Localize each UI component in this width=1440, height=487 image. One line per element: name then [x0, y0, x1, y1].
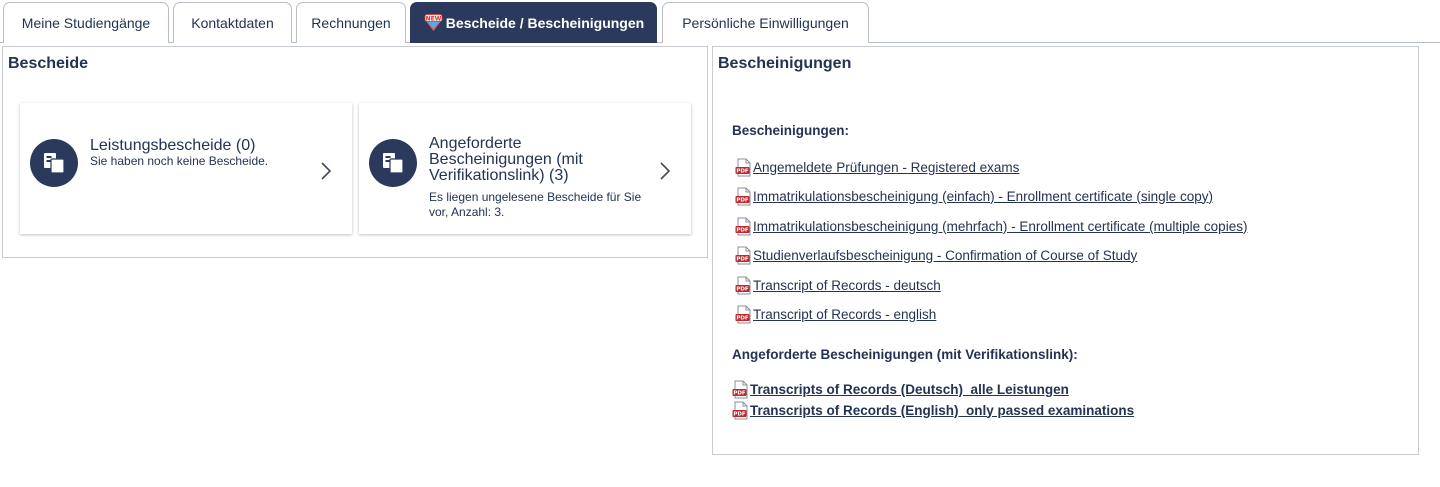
svg-text:PDF: PDF [736, 315, 749, 321]
bescheinigungen-panel: Bescheinigungen Bescheinigungen: PDF Ang… [712, 46, 1419, 455]
svg-text:PDF: PDF [736, 197, 749, 203]
tab-kontaktdaten[interactable]: Kontaktdaten [173, 2, 292, 43]
svg-text:NEW: NEW [425, 15, 441, 22]
new-badge-icon: NEW [423, 14, 444, 32]
pdf-icon: PDF [732, 401, 748, 419]
tab-label: Meine Studiengänge [21, 15, 151, 31]
svg-text:PDF: PDF [736, 256, 749, 262]
tab-meine-studiengaenge[interactable]: Meine Studiengänge [3, 2, 169, 43]
chevron-right-icon [320, 161, 332, 186]
link-label: Transcript of Records - deutsch [753, 277, 941, 293]
pdf-icon: PDF [735, 187, 751, 205]
link-label: Transcript of Records - english [753, 306, 937, 322]
documents-icon [369, 139, 417, 187]
section-heading: Bescheinigungen: [732, 123, 850, 138]
tab-persoenliche-einwilligungen[interactable]: Persönliche Einwilligungen [662, 2, 869, 43]
pdf-icon: PDF [732, 380, 748, 398]
tab-rechnungen[interactable]: Rechnungen [296, 2, 406, 43]
documents-icon [30, 139, 78, 187]
tab-label: Bescheide / Bescheinigungen [445, 15, 645, 31]
pdf-document-link[interactable]: PDF Studienverlaufsbescheinigung - Confi… [735, 245, 1137, 265]
requested-pdf-link[interactable]: PDF Transcripts of Records (English)_onl… [732, 400, 1134, 420]
tab-bescheide-bescheinigungen[interactable]: NEW Bescheide / Bescheinigungen [410, 2, 657, 43]
card-title: Angeforderte Bescheinigungen (mit Verifi… [429, 135, 583, 184]
panel-title: Bescheide [8, 55, 89, 72]
pdf-document-link[interactable]: PDF Angemeldete Prüfungen - Registered e… [735, 157, 1019, 177]
section-heading: Angeforderte Bescheinigungen (mit Verifi… [732, 347, 1078, 362]
tab-label: Kontaktdaten [191, 15, 274, 31]
tab-bar: Meine Studiengänge Kontaktdaten Rechnung… [0, 0, 1440, 43]
pdf-document-link[interactable]: PDF Immatrikulationsbescheinigung (mehrf… [735, 216, 1247, 236]
link-label: Angemeldete Prüfungen - Registered exams [753, 159, 1020, 175]
link-label: Studienverlaufsbescheinigung - Confirmat… [753, 247, 1138, 263]
panel-title: Bescheinigungen [718, 55, 852, 72]
svg-text:PDF: PDF [736, 227, 749, 233]
svg-text:PDF: PDF [733, 390, 746, 396]
pdf-icon: PDF [735, 276, 751, 294]
requested-pdf-link[interactable]: PDF Transcripts of Records (Deutsch)_all… [732, 379, 1069, 399]
tab-label: Rechnungen [311, 15, 391, 31]
link-label: Immatrikulationsbescheinigung (einfach) … [753, 188, 1213, 204]
card-subtitle: Sie haben noch keine Bescheide. [90, 154, 269, 168]
chevron-right-icon [659, 161, 671, 186]
svg-text:PDF: PDF [736, 286, 749, 292]
pdf-icon: PDF [735, 305, 751, 323]
pdf-document-link[interactable]: PDF Transcript of Records - english [735, 304, 936, 324]
svg-text:PDF: PDF [736, 168, 749, 174]
card-leistungsbescheide[interactable]: Leistungsbescheide (0) Sie haben noch ke… [20, 103, 352, 234]
link-label: Transcripts of Records (English)_only pa… [750, 402, 1135, 418]
card-angeforderte-bescheinigungen[interactable]: Angeforderte Bescheinigungen (mit Verifi… [359, 103, 691, 234]
pdf-icon: PDF [735, 158, 751, 176]
pdf-document-link[interactable]: PDF Transcript of Records - deutsch [735, 275, 941, 295]
link-label: Transcripts of Records (Deutsch)_alle Le… [750, 381, 1069, 397]
pdf-icon: PDF [735, 217, 751, 235]
tab-label: Persönliche Einwilligungen [682, 15, 849, 31]
pdf-icon: PDF [735, 246, 751, 264]
svg-text:PDF: PDF [733, 411, 746, 417]
pdf-document-link[interactable]: PDF Immatrikulationsbescheinigung (einfa… [735, 186, 1213, 206]
bescheide-panel: Bescheide Leistungsbescheide (0) Sie hab… [2, 46, 708, 258]
card-subtitle: Es liegen ungelesene Bescheide für Sie v… [429, 190, 642, 219]
link-label: Immatrikulationsbescheinigung (mehrfach)… [753, 218, 1248, 234]
card-title: Leistungsbescheide (0) [90, 137, 256, 154]
